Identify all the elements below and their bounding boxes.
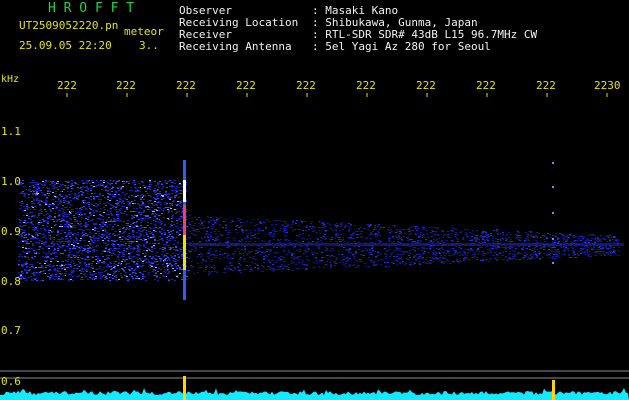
- freq-tick: 1.1: [1, 125, 21, 138]
- meteor-count: 3..: [139, 39, 159, 52]
- freq-tick: 0.8: [1, 275, 21, 288]
- freq-tick: 0.9: [1, 225, 21, 238]
- minor-echo-dot: [552, 262, 554, 264]
- record-datetime: 25.09.05 22:20: [19, 39, 112, 52]
- meteor-streak-mid: [183, 235, 186, 270]
- minor-echo-dot: [552, 186, 554, 188]
- meteor-streak-hot: [183, 205, 186, 235]
- frequency-unit-label: kHz: [1, 74, 20, 85]
- minor-echo-dot: [552, 238, 554, 240]
- antenna-label: Receiving Antenna: [179, 40, 292, 53]
- time-tick: 2230: [594, 79, 621, 92]
- time-tick: 222: [416, 79, 436, 92]
- freq-tick: 1.0: [1, 175, 21, 188]
- meteor-streak-core: [183, 180, 186, 202]
- time-tick: 222: [57, 79, 77, 92]
- file-name: UT2509052220.pn: [19, 19, 119, 32]
- app-logo: H R O F F T: [48, 1, 135, 16]
- time-tick: 222: [536, 79, 556, 92]
- time-tick: 222: [296, 79, 316, 92]
- spectrogram-window: { "header": { "logo": "H R O F F T", "fi…: [0, 0, 629, 400]
- time-tick: 222: [476, 79, 496, 92]
- noise-field: [18, 180, 620, 281]
- time-tick: 222: [116, 79, 136, 92]
- time-tick: 222: [356, 79, 376, 92]
- minor-echo-dot: [552, 162, 554, 164]
- power-spike: [552, 380, 555, 400]
- power-trace: [0, 388, 629, 400]
- event-tag: meteor: [124, 25, 164, 38]
- spectrogram-canvas: [0, 93, 629, 400]
- antenna-value: : 5el Yagi Az 280 for Seoul: [312, 40, 491, 53]
- carrier-band: [188, 243, 624, 246]
- time-tick: 222: [236, 79, 256, 92]
- time-tick: 222: [176, 79, 196, 92]
- minor-echo-dot: [552, 212, 554, 214]
- freq-tick: 0.7: [1, 324, 21, 337]
- power-spike: [183, 376, 186, 400]
- freq-tick: 0.6: [1, 375, 21, 388]
